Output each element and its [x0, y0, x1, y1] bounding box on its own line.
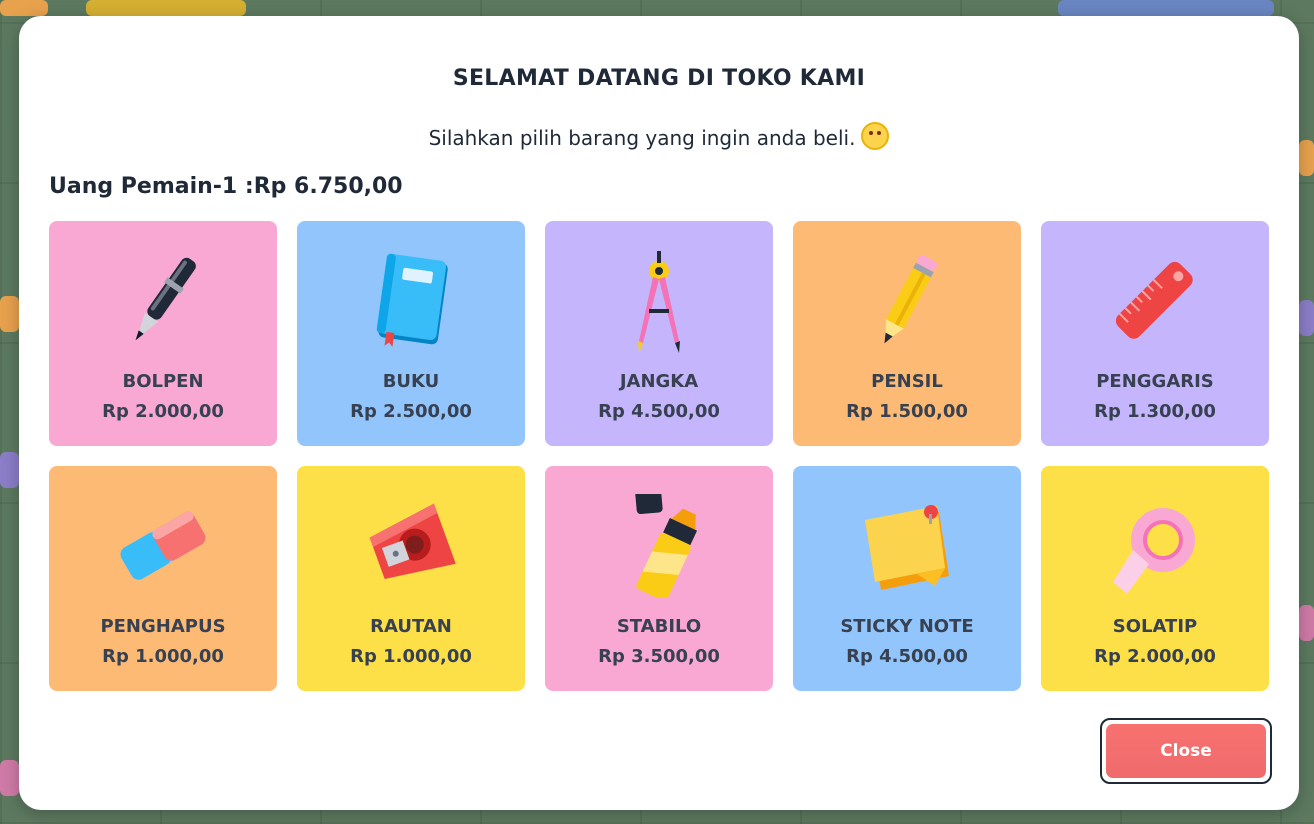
item-price: Rp 1.000,00	[350, 646, 472, 667]
shop-item-card[interactable]: SOLATIP Rp 2.000,00	[1041, 466, 1269, 691]
pencil-icon	[857, 249, 957, 353]
shop-item-card[interactable]: PENSIL Rp 1.500,00	[793, 221, 1021, 446]
item-price: Rp 1.300,00	[1094, 401, 1216, 422]
ruler-icon	[1105, 249, 1205, 353]
item-name: PENGHAPUS	[100, 616, 226, 637]
item-name: PENSIL	[871, 371, 943, 392]
item-name: BUKU	[382, 371, 440, 392]
shop-title: SELAMAT DATANG DI TOKO KAMI	[452, 66, 866, 91]
shop-item-card[interactable]: STICKY NOTE Rp 4.500,00	[793, 466, 1021, 691]
highlighter-icon	[609, 484, 709, 601]
shop-item-card[interactable]: PENGGARIS Rp 1.300,00	[1041, 221, 1269, 446]
item-price: Rp 2.000,00	[102, 401, 224, 422]
shop-item-card[interactable]: STABILO Rp 3.500,00	[545, 466, 773, 691]
close-button-frame: Close	[1100, 718, 1272, 784]
item-price: Rp 4.500,00	[846, 646, 968, 667]
item-price: Rp 1.000,00	[102, 646, 224, 667]
item-name: JANGKA	[619, 371, 699, 392]
item-grid: BOLPEN Rp 2.000,00 BUKU Rp 2.500,00 JANGKA…	[49, 221, 1269, 691]
tape-icon	[1105, 494, 1205, 598]
item-price: Rp 3.500,00	[598, 646, 720, 667]
item-name: BOLPEN	[122, 371, 204, 392]
smile-emoji-icon	[861, 122, 890, 150]
item-name: STABILO	[616, 616, 702, 637]
pen-icon	[113, 249, 213, 353]
shop-item-card[interactable]: JANGKA Rp 4.500,00	[545, 221, 773, 446]
item-name: STICKY NOTE	[840, 616, 974, 637]
shop-item-card[interactable]: BUKU Rp 2.500,00	[297, 221, 525, 446]
close-button[interactable]: Close	[1106, 724, 1266, 778]
item-name: PENGGARIS	[1096, 371, 1214, 392]
item-name: SOLATIP	[1112, 616, 1198, 637]
player-money: Uang Pemain-1 :Rp 6.750,00	[49, 174, 403, 199]
shop-modal: SELAMAT DATANG DI TOKO KAMI Silahkan pil…	[19, 16, 1299, 810]
book-icon	[361, 249, 461, 353]
item-name: RAUTAN	[370, 616, 452, 637]
item-price: Rp 2.500,00	[350, 401, 472, 422]
shop-item-card[interactable]: BOLPEN Rp 2.000,00	[49, 221, 277, 446]
sticky-note-icon	[857, 494, 957, 598]
shop-item-card[interactable]: PENGHAPUS Rp 1.000,00	[49, 466, 277, 691]
item-price: Rp 2.000,00	[1094, 646, 1216, 667]
eraser-icon	[113, 494, 213, 598]
compass-icon	[609, 249, 709, 353]
shop-subtitle: Silahkan pilih barang yang ingin anda be…	[19, 122, 1299, 150]
item-price: Rp 4.500,00	[598, 401, 720, 422]
sharpener-icon	[361, 494, 461, 598]
item-price: Rp 1.500,00	[846, 401, 968, 422]
shop-subtitle-text: Silahkan pilih barang yang ingin anda be…	[428, 126, 856, 150]
shop-item-card[interactable]: RAUTAN Rp 1.000,00	[297, 466, 525, 691]
